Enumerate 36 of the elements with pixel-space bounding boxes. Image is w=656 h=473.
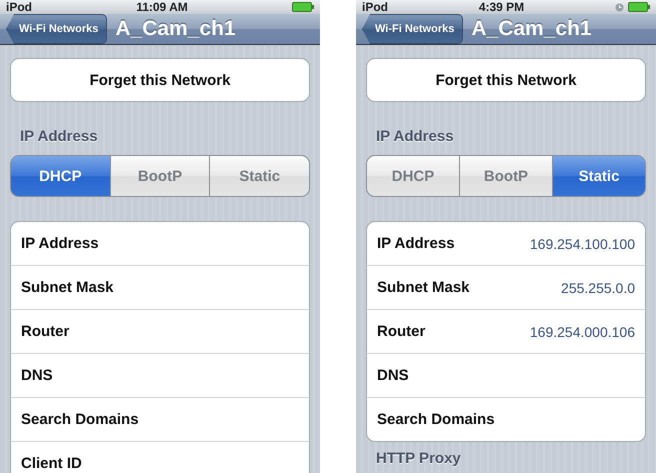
field-label: DNS: [21, 367, 53, 384]
field-label: Search Domains: [21, 411, 139, 428]
field-label: Search Domains: [377, 411, 495, 428]
field-label: Subnet Mask: [21, 279, 114, 296]
carrier-label: iPod: [362, 0, 388, 14]
field-value[interactable]: 169.254.000.106: [530, 324, 635, 340]
segment-button[interactable]: BootP: [459, 156, 552, 196]
segment-button[interactable]: BootP: [110, 156, 210, 196]
status-time: 4:39 PM: [478, 0, 524, 14]
field-value[interactable]: 169.254.100.100: [530, 236, 635, 252]
battery-icon: [628, 2, 650, 12]
field-value[interactable]: 255.255.0.0: [561, 280, 635, 296]
back-button[interactable]: Wi-Fi Networks: [6, 14, 108, 44]
nav-title: A_Cam_ch1: [115, 17, 236, 41]
field-label: IP Address: [21, 235, 99, 252]
segment-button[interactable]: DHCP: [11, 156, 110, 196]
forget-network-button[interactable]: Forget this Network: [10, 58, 310, 102]
field-label: Client ID: [21, 455, 82, 472]
status-time: 11:09 AM: [136, 0, 188, 14]
back-button[interactable]: Wi-Fi Networks: [362, 14, 464, 44]
field-label: DNS: [377, 367, 409, 384]
section-header: IP Address: [375, 127, 455, 147]
segment-button[interactable]: Static: [209, 156, 309, 196]
clock-icon: [614, 2, 624, 12]
section-header: HTTP Proxy: [375, 449, 462, 469]
carrier-label: iPod: [6, 0, 32, 14]
segment-button[interactable]: Static: [552, 156, 645, 196]
battery-icon: [292, 2, 314, 12]
segment-button[interactable]: DHCP: [367, 156, 459, 196]
field-label: IP Address: [377, 235, 455, 252]
field-label: Subnet Mask: [377, 279, 470, 296]
forget-network-button[interactable]: Forget this Network: [366, 58, 646, 102]
field-label: Router: [21, 323, 70, 340]
field-label: Router: [377, 323, 426, 340]
nav-title: A_Cam_ch1: [471, 17, 592, 41]
section-header: IP Address: [19, 127, 99, 147]
